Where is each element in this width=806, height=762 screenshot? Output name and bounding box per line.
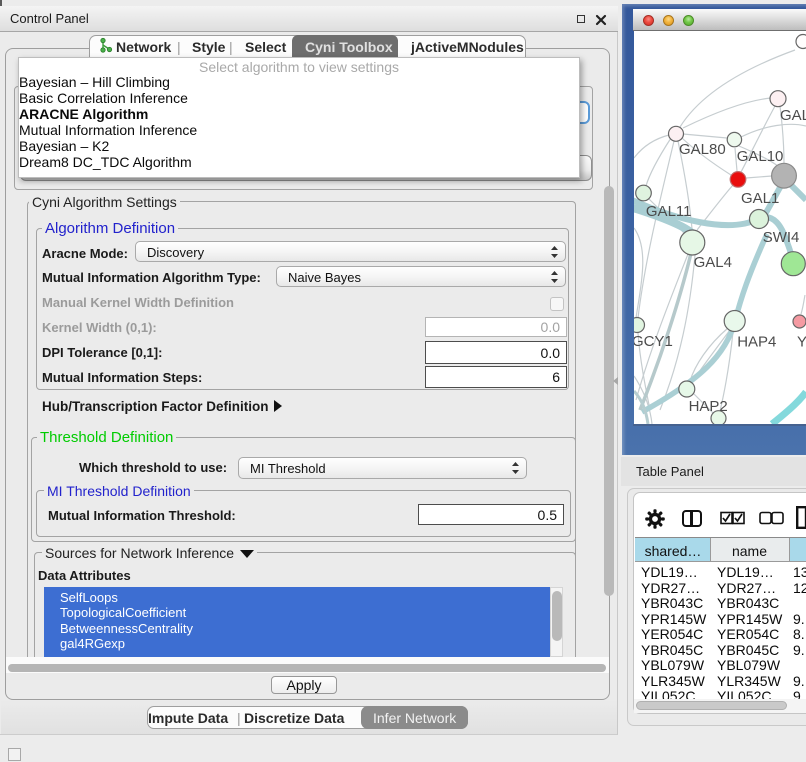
svg-text:YJ: YJ: [797, 334, 806, 351]
svg-text:GCY1: GCY1: [634, 333, 673, 350]
svg-text:GAL7: GAL7: [780, 107, 806, 124]
svg-text:GAL10: GAL10: [737, 148, 784, 165]
svg-text:GAL80: GAL80: [679, 141, 726, 158]
svg-text:GAL4: GAL4: [694, 254, 732, 271]
svg-text:GAL11: GAL11: [646, 203, 692, 220]
svg-text:HAP2: HAP2: [689, 398, 728, 415]
svg-text:SWI4: SWI4: [763, 229, 800, 246]
svg-text:HAP4: HAP4: [737, 334, 776, 351]
svg-text:GAL1: GAL1: [741, 190, 779, 207]
